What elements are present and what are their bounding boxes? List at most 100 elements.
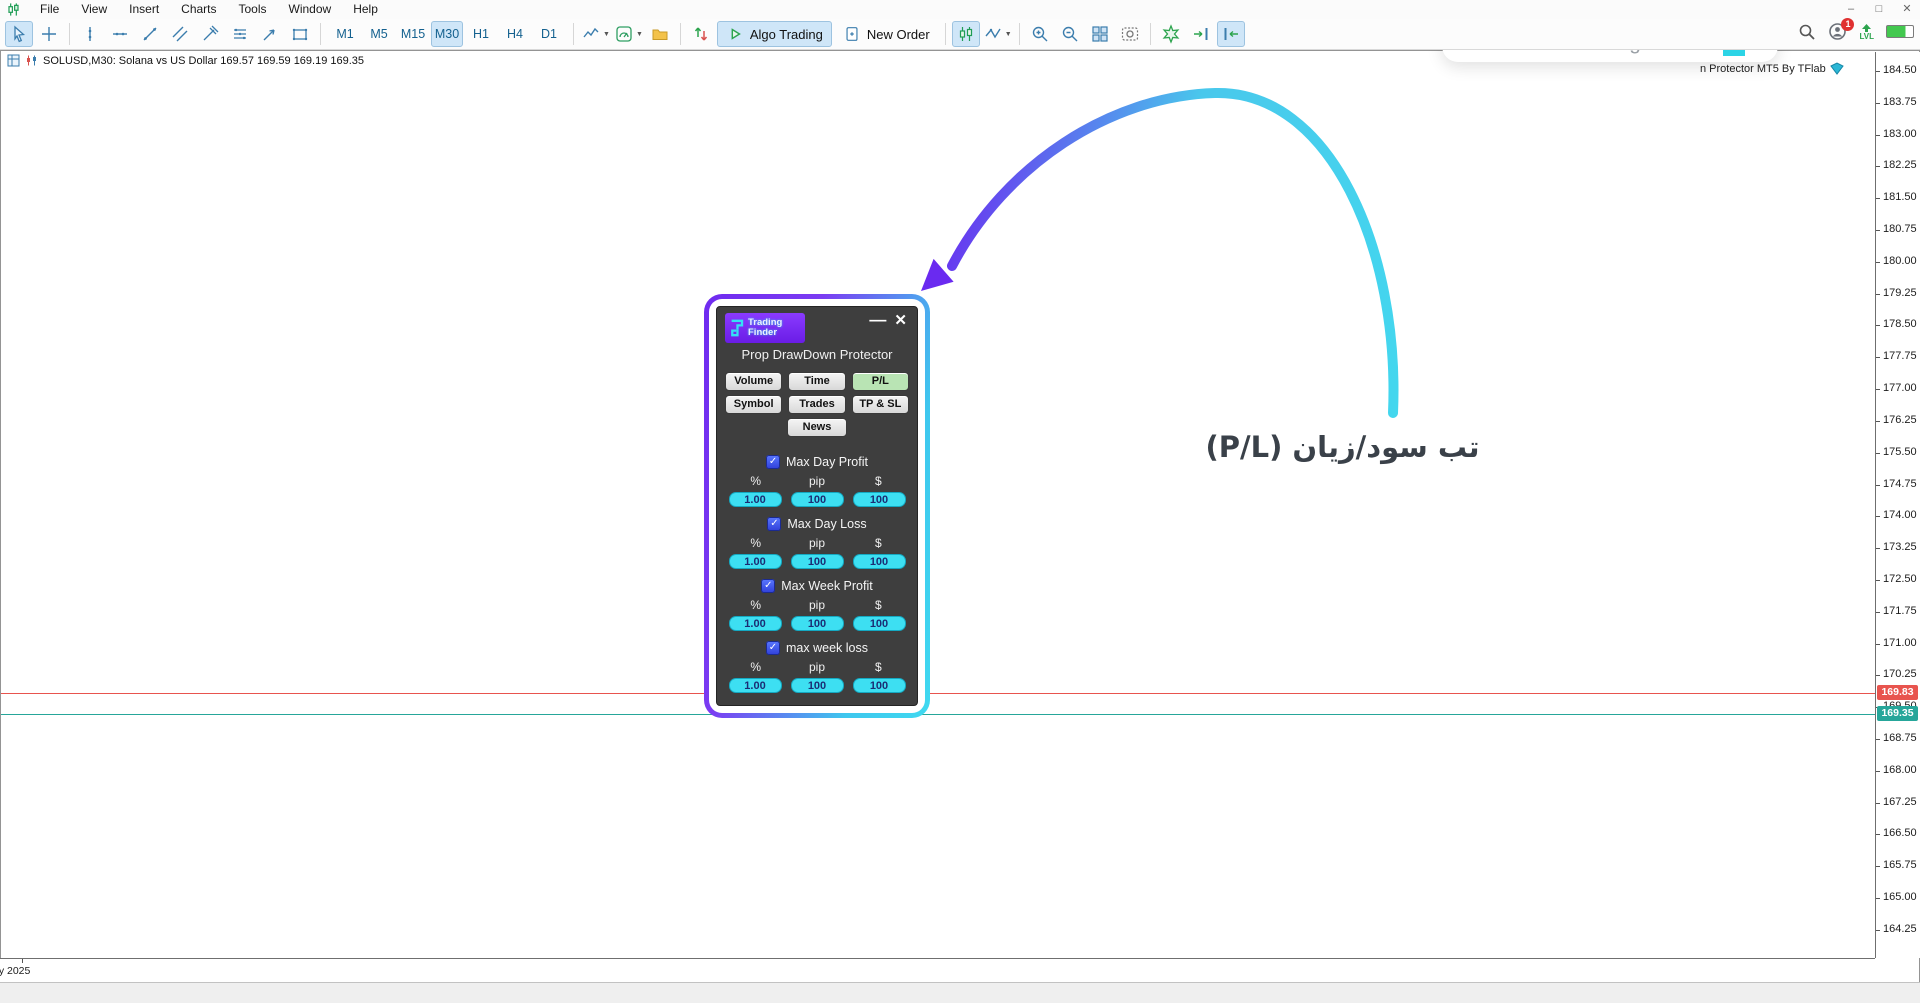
timeframe-h1[interactable]: H1 bbox=[465, 21, 497, 47]
notifications-button[interactable]: 1 bbox=[1828, 18, 1855, 41]
candlestick-chart-button[interactable] bbox=[951, 21, 980, 47]
input-max-week-profit-[interactable]: 100 bbox=[852, 616, 906, 631]
input-max-week-profit-[interactable]: 1.00 bbox=[728, 616, 782, 631]
price-label: 175.50 bbox=[1883, 445, 1917, 458]
search-button[interactable] bbox=[1798, 23, 1816, 41]
price-label: 171.75 bbox=[1883, 604, 1917, 617]
templates-folder-button[interactable] bbox=[646, 21, 674, 47]
shapes-tool-button[interactable] bbox=[286, 21, 314, 47]
menu-file[interactable]: File bbox=[29, 0, 70, 19]
timeframe-m5[interactable]: M5 bbox=[363, 21, 395, 47]
new-order-button[interactable]: New Order bbox=[834, 21, 939, 47]
crosshair-tool-button[interactable] bbox=[35, 21, 63, 47]
panel-tab-tp-sl[interactable]: TP & SL bbox=[851, 395, 909, 414]
panel-titlebar: Trading Finder — ✕ bbox=[725, 311, 909, 343]
panel-section-max-day-loss: ✓ Max Day Loss% pip $1.00 100 100 bbox=[725, 517, 909, 569]
section-label: Max Day Profit bbox=[786, 455, 868, 469]
input-max-week-loss-pip[interactable]: 100 bbox=[790, 678, 844, 693]
zoom-out-button[interactable] bbox=[1056, 21, 1084, 47]
line-chart-dropdown[interactable]: ▼ bbox=[982, 21, 1013, 47]
window-minimize-button[interactable]: – bbox=[1844, 0, 1858, 19]
buy-sell-arrows-button[interactable] bbox=[687, 21, 715, 47]
tile-windows-button[interactable] bbox=[1086, 21, 1114, 47]
input-max-week-loss-[interactable]: 100 bbox=[852, 678, 906, 693]
mini-candles-icon[interactable] bbox=[25, 54, 38, 67]
tradingfinder-logo-icon bbox=[731, 319, 744, 337]
input-max-week-loss-[interactable]: 1.00 bbox=[728, 678, 782, 693]
arrow-line-tool-button[interactable] bbox=[256, 21, 284, 47]
date-axis[interactable]: 13 May 2025 bbox=[0, 958, 1875, 983]
column-label: pip bbox=[808, 660, 825, 674]
arrow-line-icon bbox=[263, 29, 275, 41]
window-controls: – □ ✕ bbox=[1844, 0, 1914, 19]
chart-type-dropdown[interactable]: ▼ bbox=[580, 21, 611, 47]
notification-badge: 1 bbox=[1841, 18, 1855, 31]
panel-tab-p-l[interactable]: P/L bbox=[851, 372, 909, 391]
polyline-icon bbox=[985, 28, 1001, 39]
favorites-star-button[interactable] bbox=[1157, 21, 1185, 47]
new-order-label: New Order bbox=[866, 26, 930, 42]
auto-scroll-button[interactable] bbox=[1216, 21, 1245, 47]
algo-trading-button[interactable]: Algo Trading bbox=[716, 21, 832, 47]
menu-charts[interactable]: Charts bbox=[170, 0, 227, 19]
checkbox-max-week-profit[interactable]: ✓ bbox=[761, 579, 776, 593]
column-label: $ bbox=[874, 660, 882, 674]
input-max-day-loss-[interactable]: 1.00 bbox=[728, 554, 782, 569]
cycle-lines-icon bbox=[234, 28, 246, 40]
timeframe-h4[interactable]: H4 bbox=[499, 21, 531, 47]
cursor-tool-button[interactable] bbox=[5, 21, 33, 47]
menu-window[interactable]: Window bbox=[278, 0, 343, 19]
timeframe-d1[interactable]: D1 bbox=[533, 21, 565, 47]
checkbox-max-week-loss[interactable]: ✓ bbox=[766, 641, 780, 655]
column-label: pip bbox=[808, 598, 825, 612]
panel-tab-news[interactable]: News bbox=[787, 418, 847, 437]
zoom-in-button[interactable] bbox=[1026, 21, 1054, 47]
andrews-pitchfork-tool-button[interactable] bbox=[196, 21, 224, 47]
checkbox-max-day-loss[interactable]: ✓ bbox=[767, 517, 782, 531]
panel-minimize-button[interactable]: — bbox=[863, 311, 892, 328]
timeframe-m1[interactable]: M1 bbox=[329, 21, 361, 47]
price-label: 180.00 bbox=[1883, 254, 1917, 267]
equidistant-channel-tool-button[interactable] bbox=[166, 21, 194, 47]
menu-help[interactable]: Help bbox=[342, 0, 389, 19]
price-label: 182.25 bbox=[1883, 159, 1917, 172]
input-max-week-profit-pip[interactable]: 100 bbox=[790, 616, 844, 631]
price-label: 177.75 bbox=[1883, 350, 1917, 363]
cursor-icon bbox=[14, 25, 26, 43]
mt5-logo-icon bbox=[6, 2, 21, 17]
indicators-dropdown[interactable]: ▼ bbox=[613, 21, 644, 47]
price-label: 174.75 bbox=[1883, 477, 1917, 490]
column-label: $ bbox=[874, 536, 882, 550]
input-max-day-profit-[interactable]: 1.00 bbox=[728, 492, 782, 507]
horizontal-line-tool-button[interactable] bbox=[106, 21, 134, 47]
panel-tab-time[interactable]: Time bbox=[788, 372, 846, 391]
input-max-day-profit-[interactable]: 100 bbox=[852, 492, 906, 507]
window-close-button[interactable]: ✕ bbox=[1900, 0, 1914, 19]
menu-tools[interactable]: Tools bbox=[228, 0, 278, 19]
input-max-day-profit-pip[interactable]: 100 bbox=[790, 492, 844, 507]
chart-shift-button[interactable] bbox=[1187, 21, 1215, 47]
timeframe-m15[interactable]: M15 bbox=[397, 21, 429, 47]
market-depth-icon[interactable] bbox=[7, 54, 20, 67]
symbol-tabs bbox=[0, 982, 1920, 1003]
timeframe-m30[interactable]: M30 bbox=[431, 21, 463, 47]
prop-drawdown-protector-panel[interactable]: Trading Finder — ✕ Prop DrawDown Protect… bbox=[704, 294, 930, 718]
menu-insert[interactable]: Insert bbox=[118, 0, 170, 19]
panel-tab-symbol[interactable]: Symbol bbox=[725, 395, 783, 414]
tflab-icon bbox=[1829, 62, 1844, 75]
input-max-day-loss-pip[interactable]: 100 bbox=[790, 554, 844, 569]
vertical-line-tool-button[interactable] bbox=[76, 21, 104, 47]
trendline-tool-button[interactable] bbox=[136, 21, 164, 47]
screenshot-button[interactable] bbox=[1116, 21, 1144, 47]
chart-title-row: SOLUSD,M30: Solana vs US Dollar 169.57 1… bbox=[7, 54, 364, 67]
panel-close-button[interactable]: ✕ bbox=[892, 313, 909, 329]
menu-view[interactable]: View bbox=[70, 0, 118, 19]
price-label: 183.75 bbox=[1883, 95, 1917, 108]
window-restore-button[interactable]: □ bbox=[1872, 0, 1886, 19]
cycle-lines-tool-button[interactable] bbox=[226, 21, 254, 47]
panel-tab-trades[interactable]: Trades bbox=[788, 395, 846, 414]
panel-tab-volume[interactable]: Volume bbox=[725, 372, 783, 391]
price-axis[interactable]: 184.50 183.75 183.00 182.25 181.50 180.75 180.… bbox=[1875, 52, 1920, 958]
input-max-day-loss-[interactable]: 100 bbox=[852, 554, 906, 569]
checkbox-max-day-profit[interactable]: ✓ bbox=[766, 455, 781, 469]
